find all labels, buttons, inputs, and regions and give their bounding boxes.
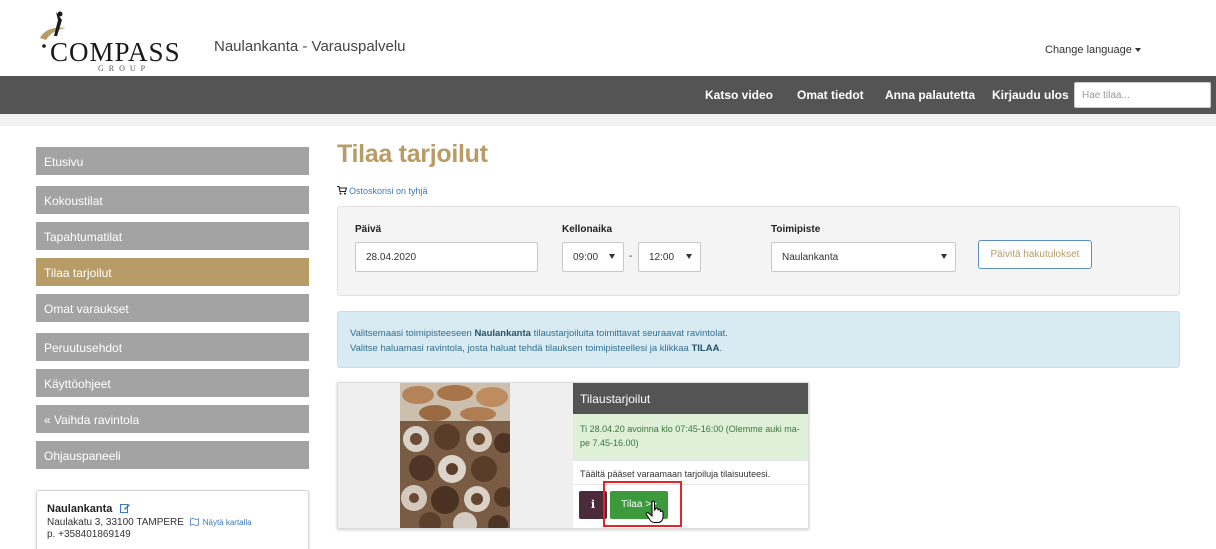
info-text: Valitse haluamasi ravintola, josta halua… [350,343,692,354]
location-address: Naulakatu 3, 33100 TAMPERE [47,517,184,528]
info-icon: i [590,498,596,511]
info-text: tilaustarjoiluita toimittavat seuraavat … [530,328,728,339]
edit-icon[interactable] [120,503,131,513]
change-language-dropdown[interactable]: Change language [1045,44,1141,56]
sidebar-item-tapahtumatilat[interactable]: Tapahtumatilat [36,222,309,250]
sidebar-item-kokoustilat[interactable]: Kokoustilat [36,186,309,214]
sidebar-item-etusivu[interactable]: Etusivu [36,147,309,175]
refresh-results-button[interactable]: Päivitä hakutulokset [978,240,1092,269]
info-tilaa-keyword: TILAA [691,343,720,354]
date-label: Päivä [355,224,382,235]
nav-watch-video[interactable]: Katso video [705,88,773,102]
hand-cursor-icon [645,500,664,523]
dropdown-arrow-icon [941,254,947,259]
card-opening-hours: Ti 28.04.20 avoinna klo 07:45-16:00 (Ole… [573,414,808,461]
time-label: Kellonaika [562,224,613,235]
office-select[interactable]: Naulankanta [771,242,956,272]
end-time-select[interactable]: 12:00 [638,242,701,272]
office-value: Naulankanta [782,252,839,263]
show-on-map-link[interactable]: Näytä kartalla [203,518,252,527]
location-name: Naulankanta [47,503,113,515]
compass-group-logo[interactable]: COMPASS GROUP [36,8,196,73]
sidebar-item-tilaa-tarjoilut[interactable]: Tilaa tarjoilut [36,258,309,286]
start-time-select[interactable]: 09:00 [562,242,624,272]
date-input[interactable]: 28.04.2020 [355,242,538,272]
nav-give-feedback[interactable]: Anna palautetta [885,88,975,102]
end-time-value: 12:00 [649,252,675,263]
location-box: Naulankanta Naulakatu 3, 33100 TAMPERE N… [36,490,309,549]
site-title: Naulankanta - Varauspalvelu [214,38,406,55]
info-text: . [719,343,723,354]
filter-panel: Päivä 28.04.2020 Kellonaika 09:00 - 12:0… [337,206,1180,296]
restaurant-card: Tilaustarjoilut Ti 28.04.20 avoinna klo … [337,382,809,529]
caret-down-icon [1134,48,1141,53]
start-time-value: 09:00 [573,252,599,263]
sidebar-item-peruutusehdot[interactable]: Peruutusehdot [36,333,309,361]
dropdown-arrow-icon [609,254,615,259]
sidebar-item-ohjauspaneeli[interactable]: Ohjauspaneeli [36,441,309,469]
search-input[interactable] [1074,82,1211,108]
time-separator: - [629,251,633,262]
nav-logout[interactable]: Kirjaudu ulos [992,88,1069,102]
info-text: Valitsemaasi toimipisteeseen [350,328,475,339]
info-alert: Valitsemaasi toimipisteeseen Naulankanta… [337,311,1180,368]
nav-my-info[interactable]: Omat tiedot [797,88,864,102]
header: COMPASS GROUP Naulankanta - Varauspalvel… [0,0,1216,76]
cart-status-link[interactable]: Ostoskorisi on tyhjä [337,186,428,196]
page-title: Tilaa tarjoilut [337,140,488,168]
location-phone: p. +358401869149 [47,529,131,540]
info-line-2: Valitse haluamasi ravintola, josta halua… [350,341,1179,356]
info-line-1: Valitsemaasi toimipisteeseen Naulankanta… [350,326,1179,341]
top-navbar: Katso video Omat tiedot Anna palautetta … [0,76,1216,114]
info-location-name: Naulankanta [474,328,531,339]
order-button-highlight [603,481,682,527]
map-icon [189,518,199,526]
sidebar-item-omat-varaukset[interactable]: Omat varaukset [36,294,309,322]
subbar [0,114,1216,126]
cart-status-text: Ostoskorisi on tyhjä [349,186,428,196]
office-label: Toimipiste [771,224,821,235]
pastry-photo [400,383,510,528]
card-details: Tilaustarjoilut Ti 28.04.20 avoinna klo … [573,383,808,528]
change-language-label: Change language [1045,44,1132,56]
sidebar-item-vaihda-ravintola[interactable]: « Vaihda ravintola [36,405,309,433]
logo-group: GROUP [98,64,151,73]
card-title: Tilaustarjoilut [573,383,808,414]
card-image-area [338,383,573,528]
dropdown-arrow-icon [686,254,692,259]
shopping-cart-icon [337,186,347,195]
sidebar-item-kayttoohjeet[interactable]: Käyttöohjeet [36,369,309,397]
